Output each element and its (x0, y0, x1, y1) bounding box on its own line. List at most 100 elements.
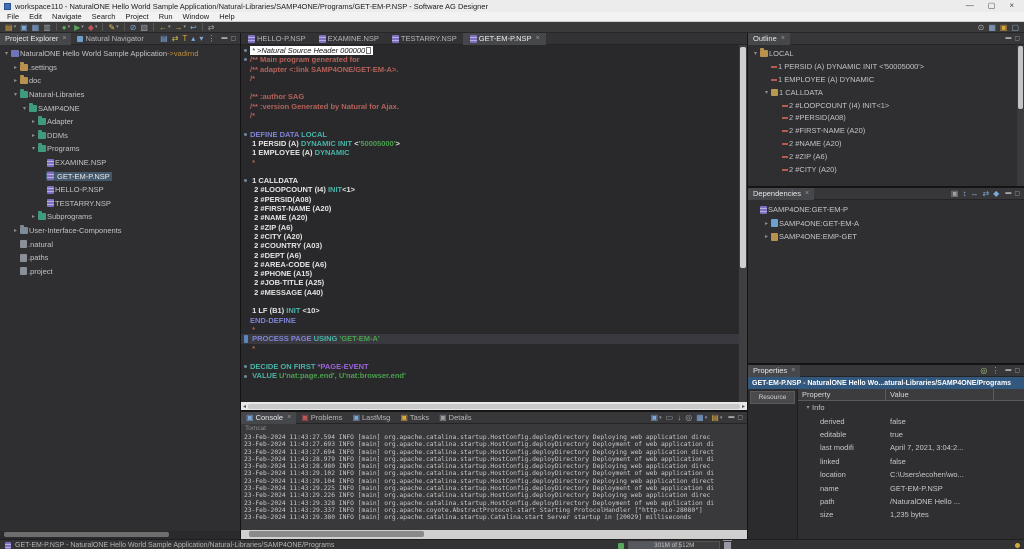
expand-arrow-icon[interactable]: ▸ (763, 233, 770, 240)
editor-tab-hello-p.nsp[interactable]: HELLO-P.NSP (241, 33, 312, 45)
close-icon[interactable]: × (781, 35, 785, 42)
notification-icon[interactable] (1015, 543, 1020, 548)
close-icon[interactable]: × (791, 367, 795, 374)
show-source-icon[interactable]: ▣ (951, 189, 959, 198)
tree-item[interactable]: ▾LOCAL (748, 47, 1017, 60)
code-line[interactable]: /** :version Generated by Natural for Aj… (241, 102, 739, 111)
history-icon[interactable]: ◆ (993, 189, 999, 198)
tree-item[interactable]: ▾NaturalONE Hello World Sample Applicati… (0, 47, 240, 61)
expand-arrow-icon[interactable]: ▸ (12, 64, 19, 71)
close-icon[interactable]: × (1009, 1, 1014, 11)
tree-item[interactable]: 2 #ZIP (A6) (748, 150, 1017, 163)
expand-arrow-icon[interactable]: ▸ (763, 220, 770, 227)
property-row[interactable]: last modifiApril 7, 2021, 3:04:2... (798, 441, 1024, 454)
code-line[interactable]: /** :author SAG (241, 92, 739, 101)
property-row[interactable]: editabletrue (798, 428, 1024, 441)
code-line[interactable]: DECIDE ON FIRST *PAGE-EVENT (241, 362, 739, 371)
restore-icon[interactable]: ▢ (988, 1, 996, 11)
property-row[interactable]: linkedfalse (798, 455, 1024, 468)
tree-item[interactable]: .paths (0, 251, 240, 265)
tree-item[interactable]: ▾1 CALLDATA (748, 86, 1017, 99)
console-log[interactable]: 23-Feb-2024 11:43:27.594 INFO [main] org… (241, 433, 747, 530)
forward-icon[interactable]: →▾ (174, 23, 186, 32)
tree-item[interactable]: TESTARRY.NSP (0, 197, 240, 211)
tree-item[interactable]: ▾Natural-Libraries (0, 88, 240, 102)
code-line[interactable] (241, 353, 739, 362)
code-line[interactable]: * (241, 344, 739, 353)
tree-item[interactable]: .natural (0, 237, 240, 251)
menu-item-navigate[interactable]: Navigate (47, 12, 87, 21)
skip-breakpoints-icon[interactable]: ⊘ (130, 23, 137, 32)
tree-item[interactable]: 2 #PERSID(A08) (748, 111, 1017, 124)
pin-console-icon[interactable]: ◎ (685, 413, 692, 422)
garbage-collect-icon[interactable] (724, 542, 731, 549)
code-line[interactable] (241, 83, 739, 92)
open-console-icon[interactable]: ▤▾ (711, 413, 722, 422)
code-line[interactable]: 2 #PHONE (A15) (241, 269, 739, 278)
expand-arrow-icon[interactable]: ▸ (12, 77, 19, 84)
tree-item[interactable]: SAMP4ONE:GET-EM-P (748, 203, 1024, 217)
tree-item[interactable]: ▸SAMP4ONE:EMP-GET (748, 230, 1024, 244)
collapse-arrow-icon[interactable]: ▾ (30, 145, 37, 152)
console-tab-tasks[interactable]: ▣Tasks (395, 412, 434, 424)
tab-project-explorer[interactable]: Project Explorer × (0, 33, 71, 45)
pencil-icon[interactable]: ✎▾ (108, 23, 118, 32)
console-tab-lastmsg[interactable]: ▣LastMsg (347, 412, 395, 424)
property-row[interactable]: size1,235 bytes (798, 508, 1024, 521)
code-line[interactable]: 2 #ZIP (A6) (241, 223, 739, 232)
minimize-icon[interactable]: ▬ (1005, 35, 1011, 42)
scroll-right-icon[interactable]: ▸ (742, 403, 745, 410)
refresh-icon[interactable]: ⇄ (982, 189, 989, 198)
close-icon[interactable]: × (805, 190, 809, 197)
filter-icon[interactable]: ▾ (199, 34, 203, 43)
code-line[interactable]: 1 CALLDATA (241, 176, 739, 185)
code-line[interactable]: 1 PERSID (A) DYNAMIC INIT <'50005000'> (241, 139, 739, 148)
collapse-arrow-icon[interactable]: ▾ (12, 91, 19, 98)
code-line[interactable]: 2 #MESSAGE (A40) (241, 288, 739, 297)
collapse-all-icon[interactable]: ▴ (191, 34, 195, 43)
code-line[interactable]: 1 LF (B1) INIT <10> (241, 306, 739, 315)
code-line[interactable]: * (241, 158, 739, 167)
code-line[interactable]: 2 #CITY (A20) (241, 232, 739, 241)
minimize-icon[interactable]: ▬ (1005, 367, 1011, 374)
close-icon[interactable]: × (62, 35, 66, 42)
menu-item-edit[interactable]: Edit (24, 12, 47, 21)
new-console-icon[interactable]: ▣▾ (651, 413, 662, 422)
display-console-icon[interactable]: ▦▾ (696, 413, 707, 422)
new-view-icon[interactable]: ▤ (160, 34, 168, 43)
code-line[interactable]: 2 #NAME (A20) (241, 213, 739, 222)
tree-item[interactable]: ▾SAMP4ONE (0, 101, 240, 115)
menu-item-run[interactable]: Run (154, 12, 178, 21)
collapse-arrow-icon[interactable]: ▾ (752, 50, 759, 57)
minimize-icon[interactable]: ▬ (728, 414, 734, 421)
print-icon[interactable]: ▥ (43, 23, 51, 32)
expand-arrow-icon[interactable]: ▸ (12, 227, 19, 234)
code-line[interactable]: PROCESS PAGE USING 'GET-EM-A' (241, 334, 739, 343)
scroll-lock-icon[interactable]: ↓ (677, 413, 681, 422)
code-line[interactable]: 2 #AREA-CODE (A6) (241, 260, 739, 269)
tree-item[interactable]: ▸Subprograms (0, 210, 240, 224)
save-all-icon[interactable]: ▦ (32, 23, 40, 32)
open-perspective-icon[interactable]: ▦ (988, 23, 996, 32)
expand-arrow-icon[interactable]: ▸ (30, 132, 37, 139)
editor-tab-testarry.nsp[interactable]: TESTARRY.NSP (385, 33, 463, 45)
tree-item[interactable]: ▸DDMs (0, 129, 240, 143)
code-line[interactable]: 2 #COUNTRY (A03) (241, 241, 739, 250)
view-menu-icon[interactable]: ⋮ (207, 34, 215, 43)
editor-tab-examine.nsp[interactable]: EXAMINE.NSP (312, 33, 385, 45)
code-line[interactable]: /* (241, 111, 739, 120)
link-with-editor-icon[interactable]: ⇄ (172, 34, 179, 43)
close-icon[interactable]: × (536, 35, 540, 42)
maximize-icon[interactable]: ▢ (1014, 190, 1020, 197)
menu-item-window[interactable]: Window (178, 12, 215, 21)
java-perspective-icon[interactable]: ▢ (1011, 23, 1019, 32)
link-with-editor-icon[interactable]: ⇄ (208, 23, 215, 32)
focus-task-icon[interactable]: T (182, 34, 187, 43)
editor-horizontal-scrollbar[interactable]: ◂ ▸ (241, 402, 747, 410)
naturalone-perspective-icon[interactable]: ▣ (1000, 23, 1008, 32)
code-line[interactable]: 2 #JOB-TITLE (A25) (241, 278, 739, 287)
view-menu-icon[interactable]: ⋮ (991, 366, 999, 375)
maximize-icon[interactable]: ▢ (230, 35, 236, 42)
code-line[interactable]: * >Natural Source Header 000000 (241, 46, 739, 55)
tree-item[interactable]: ▸SAMP4ONE:GET-EM-A (748, 217, 1024, 231)
